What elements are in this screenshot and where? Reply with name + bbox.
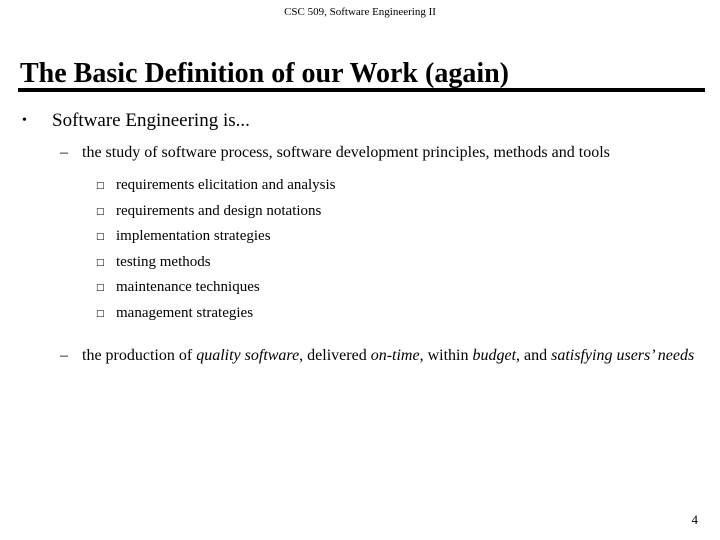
bullet-square-icon: □ <box>96 257 105 268</box>
slide-header-text: CSC 509, Software Engineering II <box>284 6 436 18</box>
page-title: The Basic Definition of our Work (again) <box>20 57 510 89</box>
emphasis-on-time: on-time <box>370 347 420 364</box>
emphasis-quality-software: quality software <box>196 347 300 364</box>
list-item: □ requirements and design notations <box>0 199 720 225</box>
list-item: □ requirements elicitation and analysis <box>0 173 720 199</box>
bullet-square-icon: □ <box>96 181 105 191</box>
bullet-level2-production-of-quality-software: – the production of quality software, de… <box>0 344 720 368</box>
bullet-level1-software-engineering: • Software Engineering is... <box>0 108 720 133</box>
emphasis-satisfying-users-needs: satisfying users’ needs <box>551 347 695 364</box>
bullet-dash-icon: – <box>60 347 68 364</box>
bullet-level3-label: requirements and design notations <box>116 202 322 219</box>
bullet-level3-label: management strategies <box>116 304 254 321</box>
bullet-square-icon: □ <box>96 232 105 242</box>
page-number: 4 <box>691 512 699 527</box>
text-fragment: , delivered <box>299 347 371 364</box>
list-item: □ testing methods <box>0 250 720 276</box>
bullet-square-icon: □ <box>96 283 105 293</box>
title-divider <box>18 88 705 92</box>
emphasis-budget: budget <box>472 347 517 364</box>
text-fragment: , and <box>516 347 552 364</box>
bullet-dash-icon: – <box>60 144 68 161</box>
bullet-square-icon: □ <box>96 206 105 217</box>
bullet-square-icon: □ <box>96 308 105 319</box>
slide-body: • Software Engineering is... – the study… <box>0 108 720 508</box>
list-item: □ maintenance techniques <box>0 275 720 301</box>
bullet-level1-label: Software Engineering is... <box>52 110 250 131</box>
bullet-level3-label: implementation strategies <box>116 228 271 244</box>
bullet-dot-icon: • <box>22 113 27 128</box>
text-fragment: the production of <box>82 347 197 364</box>
bullet-level2-label: the study of software process, software … <box>82 144 610 161</box>
bullet-level3-label: requirements elicitation and analysis <box>116 177 336 193</box>
bullet-level3-group: □ requirements elicitation and analysis … <box>0 173 720 326</box>
bullet-level3-label: maintenance techniques <box>116 279 260 295</box>
list-item: □ implementation strategies <box>0 224 720 250</box>
list-item: □ management strategies <box>0 301 720 327</box>
bullet-level3-label: testing methods <box>116 253 211 270</box>
bullet-level2-label: the production of quality software, deli… <box>82 347 694 364</box>
bullet-level2-study-of-software-process: – the study of software process, softwar… <box>0 141 720 165</box>
text-fragment: , within <box>419 347 473 364</box>
